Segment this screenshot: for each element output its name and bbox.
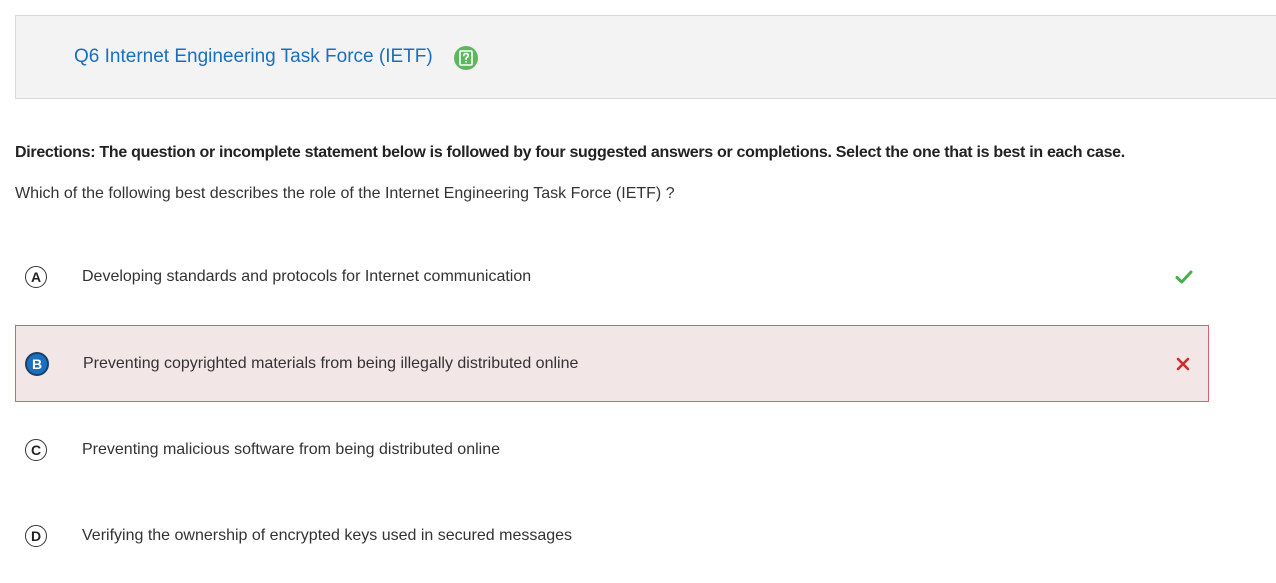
answer-option-c[interactable]: C Preventing malicious software from bei… bbox=[15, 411, 1209, 488]
checkmark-icon bbox=[1174, 267, 1194, 287]
option-text-a: Developing standards and protocols for I… bbox=[82, 267, 532, 285]
answer-option-d[interactable]: D Verifying the ownership of encrypted k… bbox=[15, 497, 1209, 574]
question-prompt: Which of the following best describes th… bbox=[15, 185, 675, 202]
question-header: Q6 Internet Engineering Task Force (IETF… bbox=[15, 15, 1276, 99]
option-text-c: Preventing malicious software from being… bbox=[82, 440, 500, 458]
answer-option-a[interactable]: A Developing standards and protocols for… bbox=[15, 238, 1209, 315]
directions-text: Directions: The question or incomplete s… bbox=[15, 144, 1125, 161]
question-mark-icon[interactable] bbox=[454, 46, 478, 70]
answer-option-b[interactable]: B Preventing copyrighted materials from … bbox=[15, 325, 1209, 402]
cross-icon bbox=[1173, 354, 1193, 374]
option-letter-c: C bbox=[25, 438, 47, 461]
question-title: Q6 Internet Engineering Task Force (IETF… bbox=[74, 46, 433, 67]
option-text-d: Verifying the ownership of encrypted key… bbox=[82, 526, 573, 544]
option-text-b: Preventing copyrighted materials from be… bbox=[83, 354, 579, 372]
option-letter-b: B bbox=[25, 351, 49, 376]
option-letter-d: D bbox=[25, 524, 47, 547]
option-letter-a: A bbox=[25, 265, 47, 288]
